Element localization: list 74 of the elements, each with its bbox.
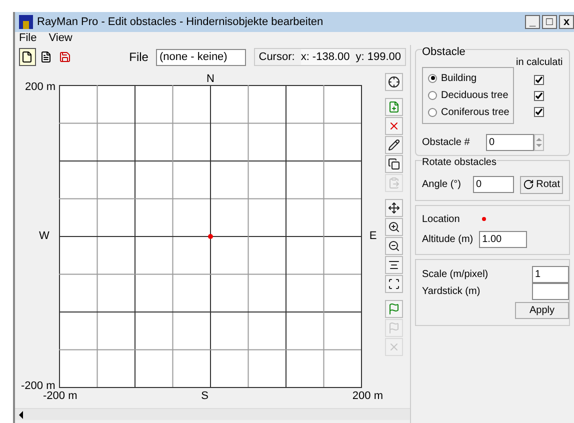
menu-item[interactable]: File — [19, 30, 37, 47]
scale-label: Scale (m/pixel) — [422, 268, 490, 282]
apply-button[interactable]: Apply — [515, 302, 569, 318]
zoom-out-icon — [388, 240, 400, 252]
flag-icon — [388, 322, 400, 334]
location-label: Location — [422, 212, 460, 226]
window-control[interactable]: x — [559, 15, 574, 29]
flag-icon — [388, 303, 400, 315]
radio-label[interactable]: Coniferous tree — [441, 106, 510, 118]
menu-item[interactable]: View — [48, 30, 72, 47]
rotate-title: Rotate obstacles — [422, 156, 496, 168]
rotate-icon — [523, 179, 534, 190]
app-icon — [19, 15, 33, 29]
obstacle-number-label: Obstacle # — [422, 136, 471, 150]
radio-button[interactable] — [428, 74, 437, 82]
obstacle-number-field[interactable]: 0 — [486, 134, 534, 150]
tool-button[interactable] — [385, 218, 403, 236]
yardstick-field[interactable] — [532, 282, 569, 300]
new-file-button[interactable] — [19, 48, 36, 66]
tool-button[interactable] — [385, 155, 403, 173]
cross-icon — [388, 341, 400, 353]
file-field[interactable]: (none - keine) — [156, 48, 246, 66]
save-icon — [58, 51, 71, 63]
window-title: RayMan Pro - Edit obstacles - Hindernisobjekte bearbeiten — [37, 14, 324, 30]
tool-button[interactable] — [385, 256, 403, 274]
move-icon — [388, 202, 400, 214]
angle-field[interactable]: 0 — [473, 176, 514, 193]
tool-button[interactable] — [385, 237, 403, 255]
radio-button[interactable] — [428, 90, 437, 100]
window-control[interactable]: □ — [542, 15, 557, 29]
tool-button[interactable] — [385, 136, 403, 154]
y-max-label: 200 m — [25, 80, 56, 95]
file-label: File — [129, 49, 148, 66]
checkbox[interactable] — [534, 74, 544, 84]
radio-button[interactable] — [428, 108, 437, 116]
checkbox[interactable] — [534, 90, 544, 100]
x-max-label: 200 m — [352, 388, 383, 404]
clipboard-icon — [388, 177, 400, 189]
zoom-in-icon — [388, 221, 400, 233]
cursor-label: Cursor: — [258, 50, 295, 65]
tool-button[interactable] — [385, 275, 403, 293]
yardstick-label: Yardstick (m) — [422, 284, 482, 298]
scale-field[interactable]: 1 — [532, 266, 569, 282]
in-calculation-label: in calculati — [516, 56, 563, 70]
rotate-button[interactable]: Rotat — [520, 176, 563, 194]
cross-icon — [388, 120, 400, 132]
south-label: S — [201, 388, 208, 404]
tool-button[interactable] — [385, 73, 403, 91]
x-min-label: -200 m — [43, 390, 78, 404]
file-plus-icon — [388, 101, 400, 113]
angle-label: Angle (°) — [422, 178, 462, 192]
file-icon — [21, 51, 34, 63]
scroll-left-icon[interactable] — [19, 410, 23, 418]
north-label: N — [206, 72, 214, 85]
window-control[interactable]: _ — [525, 15, 540, 29]
west-label: W — [39, 229, 50, 244]
location-marker — [208, 234, 213, 239]
crosshair-icon — [388, 76, 400, 88]
document-icon — [40, 51, 52, 63]
east-label: E — [369, 229, 377, 244]
scan-icon — [388, 278, 400, 290]
cursor-x: x: -138.00 — [300, 48, 350, 66]
copy-icon — [388, 158, 400, 170]
checkbox[interactable] — [534, 106, 544, 116]
radio-label[interactable]: Building — [441, 72, 477, 84]
altitude-label: Altitude (m) — [422, 232, 474, 246]
altitude-field[interactable]: 1.00 — [479, 230, 528, 248]
radio-label[interactable]: Deciduous tree — [441, 88, 508, 102]
y-min-label: -200 m — [21, 378, 56, 392]
cursor-y: y: 199.00 — [356, 50, 401, 65]
tool-button[interactable] — [385, 199, 403, 217]
map-grid[interactable] — [59, 85, 362, 388]
pencil-icon — [388, 139, 400, 151]
obstacle-title: Obstacle — [422, 46, 466, 58]
